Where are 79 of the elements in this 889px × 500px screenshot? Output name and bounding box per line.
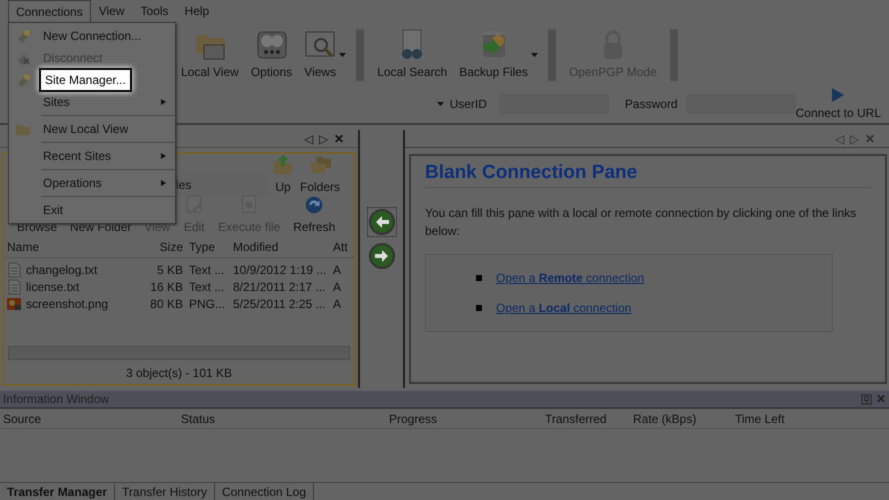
- copy-right-button[interactable]: [368, 242, 396, 270]
- file-name[interactable]: license.txt: [26, 278, 80, 296]
- table-cell-text: A: [332, 279, 342, 295]
- column-header[interactable]: Time Left: [732, 410, 802, 428]
- column-header[interactable]: Status: [178, 410, 386, 428]
- column-header[interactable]: Type: [186, 238, 230, 256]
- menu-item[interactable]: Exit: [39, 200, 167, 220]
- menu-item[interactable]: Sites: [39, 92, 153, 112]
- table-cell-text: 5 KB: [156, 262, 184, 278]
- image-file-icon: [6, 296, 22, 312]
- pin-icon[interactable]: [861, 394, 872, 404]
- folders-icon: [309, 154, 331, 176]
- tab[interactable]: Transfer Manager: [0, 482, 116, 500]
- tab-scroll-left[interactable]: ◁: [304, 130, 313, 148]
- table-cell-text: A: [332, 296, 342, 312]
- tab[interactable]: Transfer History: [115, 482, 215, 500]
- status-text: 3 object(s) - 101 KB: [124, 365, 234, 382]
- file-name[interactable]: screenshot.png: [26, 294, 108, 312]
- column-header[interactable]: Rate (kBps): [630, 410, 732, 428]
- column-header[interactable]: Progress: [386, 410, 542, 428]
- menu-item[interactable]: New Local View: [39, 119, 167, 139]
- table-cell-text: 16 KB: [149, 279, 184, 295]
- table-cell-text: 5/25/2011 2:25 ...: [232, 296, 327, 312]
- caret-icon[interactable]: [339, 53, 346, 57]
- table-cell-text: 8/21/2011 2:17 ...: [232, 279, 327, 295]
- close-icon[interactable]: ✕: [334, 130, 344, 148]
- panel-title: Information Window: [3, 391, 110, 408]
- column-header[interactable]: Source: [0, 410, 178, 428]
- toolbar-button[interactable]: Up: [269, 154, 297, 196]
- column-header[interactable]: Modified: [230, 238, 330, 256]
- tab[interactable]: Connection Log: [214, 482, 314, 500]
- menu-item[interactable]: Connections: [8, 0, 91, 22]
- tab-scroll-right[interactable]: ▷: [850, 130, 859, 148]
- column-header[interactable]: Name: [4, 238, 116, 256]
- text-file-icon: [6, 262, 22, 278]
- connection-link[interactable]: Open a Remote connection: [496, 268, 644, 287]
- column-header[interactable]: Size: [116, 238, 186, 256]
- tab-scroll-right[interactable]: ▷: [319, 130, 328, 148]
- table-cell-text: Text ...: [188, 279, 226, 295]
- toolbar-button[interactable]: Local Search: [374, 29, 450, 81]
- column-header[interactable]: Att: [330, 238, 354, 256]
- text-file-icon: [6, 278, 22, 294]
- menu-item[interactable]: View: [90, 0, 133, 23]
- folder-up-icon: [272, 154, 294, 176]
- field-label: UserID: [450, 96, 487, 113]
- menu-item[interactable]: Tools: [132, 0, 177, 23]
- caret-icon[interactable]: [530, 53, 538, 57]
- toolbar-button[interactable]: Options: [248, 29, 296, 81]
- gauge-icon: [256, 29, 288, 61]
- table-cell-text: 80 KB: [149, 296, 184, 312]
- table-cell-text: PNG...: [188, 296, 226, 312]
- close-icon[interactable]: ✕: [865, 130, 875, 148]
- toolbar-button[interactable]: Views: [301, 29, 340, 81]
- column-header[interactable]: Transferred: [542, 410, 630, 428]
- menu-item[interactable]: New Connection...: [39, 26, 167, 46]
- file-name[interactable]: changelog.txt: [26, 260, 98, 278]
- bullet-icon: [476, 274, 482, 281]
- table-cell-text: 10/9/2012 1:19 ...: [232, 262, 328, 278]
- menu-item[interactable]: Help: [176, 0, 218, 23]
- caret-icon[interactable]: [437, 102, 444, 106]
- table-cell-text: A: [332, 262, 342, 278]
- menu-item[interactable]: Site Manager...: [39, 68, 132, 92]
- menu-item[interactable]: Recent Sites: [39, 146, 153, 166]
- horizontal-scrollbar[interactable]: [8, 346, 350, 360]
- bullet-icon: [476, 304, 482, 311]
- menu-item[interactable]: Operations: [39, 173, 153, 193]
- toolbar-button[interactable]: Backup Files: [456, 29, 531, 81]
- connect-button[interactable]: Connect to URL: [796, 86, 881, 122]
- copy-left-button[interactable]: [368, 208, 396, 236]
- tab-scroll-left[interactable]: ◁: [835, 130, 844, 148]
- field-label: Password: [624, 96, 678, 113]
- toolbar-button[interactable]: Folders: [297, 154, 344, 196]
- description-text: You can fill this pane with a local or remote connection by clicking one of the links below:: [425, 204, 858, 240]
- close-icon[interactable]: ✕: [876, 390, 886, 408]
- table-cell-text: Text ...: [188, 262, 226, 278]
- pane-title: Blank Connection Pane: [425, 162, 871, 188]
- toolbar-button[interactable]: Refresh: [290, 194, 338, 236]
- toolbar-button[interactable]: Local View: [178, 29, 242, 81]
- connection-link[interactable]: Open a Local connection: [496, 298, 632, 317]
